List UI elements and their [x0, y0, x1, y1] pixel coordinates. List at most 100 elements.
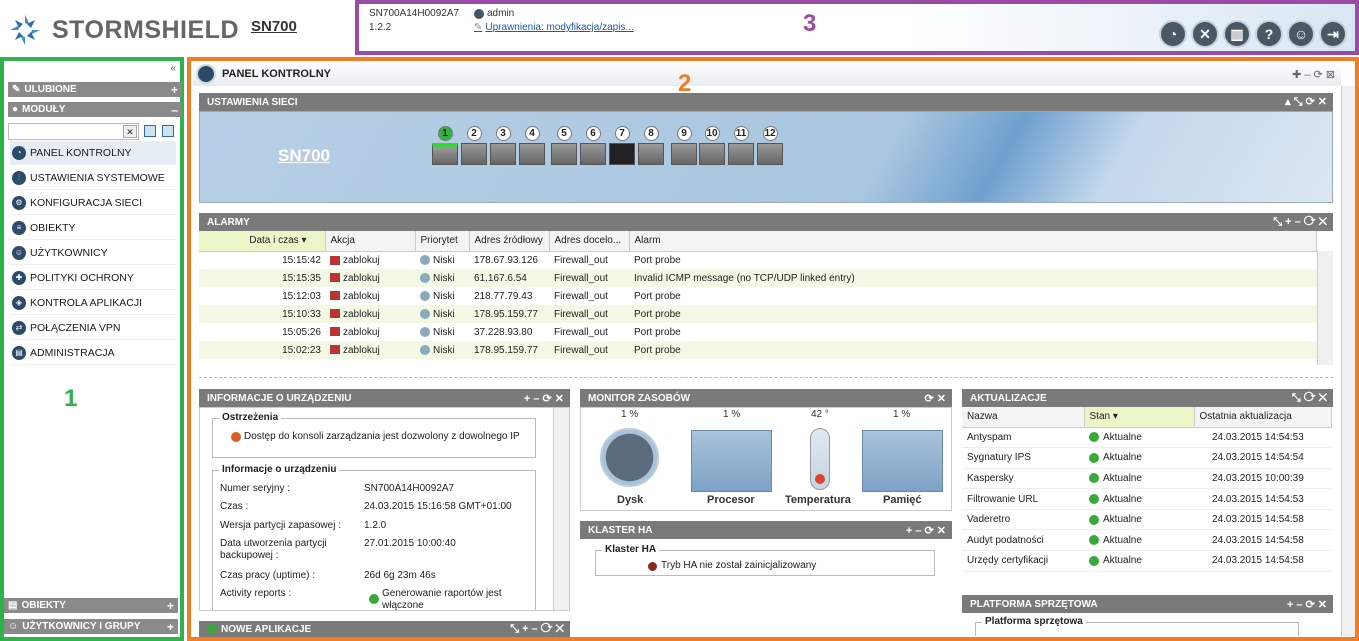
table-row[interactable]: 15:15:35 zablokuj Niski 61.167.6.54 Firewall…: [199, 269, 1317, 287]
port-5[interactable]: 5: [551, 126, 577, 165]
collapse-icon[interactable]: –: [171, 103, 178, 117]
window-controls[interactable]: ▴ ⤡ ⟳ ✕: [1285, 95, 1327, 109]
expand-icon[interactable]: +: [167, 599, 174, 613]
list-view-icon[interactable]: [144, 125, 156, 137]
permissions-link[interactable]: ✎ Uprawnienia: modyfikacja/zapis...: [474, 22, 634, 33]
port-4[interactable]: 4: [519, 126, 545, 165]
column-header-last-update[interactable]: Ostatnia aktualizacja: [1194, 407, 1332, 428]
table-row[interactable]: Filtrowanie URL Aktualne 24.03.2015 14:54:…: [962, 488, 1332, 510]
sidebar-item-users[interactable]: ☺ UŻYTKOWNICY: [10, 241, 176, 265]
column-header-alarm[interactable]: Alarm: [629, 231, 1317, 252]
main-scrollbar[interactable]: [1341, 86, 1355, 636]
sidebar-item-administration[interactable]: ▤ ADMINISTRACJA: [10, 341, 176, 365]
sidebar-item-label: PANEL KONTROLNY: [30, 146, 132, 159]
favorites-header[interactable]: ✎ ULUBIONE +: [8, 82, 182, 97]
sidebar-item-security-policy[interactable]: ✚ POLITYKI OCHRONY: [10, 266, 176, 290]
window-controls[interactable]: ⤡ ⟳ ✕: [1292, 392, 1327, 405]
tools-icon[interactable]: ✕: [1191, 20, 1219, 48]
sidebar-item-objects[interactable]: ≡ OBIEKTY: [10, 216, 176, 240]
stats-icon[interactable]: ▥: [1223, 20, 1251, 48]
device-info-scrollbar[interactable]: [553, 408, 569, 610]
help-icon[interactable]: ?: [1255, 20, 1283, 48]
model-link[interactable]: SN700: [251, 18, 297, 35]
network-settings-header: USTAWIENIA SIECI ▴ ⤡ ⟳ ✕: [199, 93, 1333, 111]
column-header-status[interactable]: Stan ▾: [1084, 407, 1195, 428]
port-number: 4: [524, 126, 540, 141]
port-11[interactable]: 11: [728, 126, 754, 165]
collapse-sidebar-icon[interactable]: «: [170, 63, 176, 74]
port-6[interactable]: 6: [580, 126, 606, 165]
clear-search-icon[interactable]: ✕: [123, 125, 137, 138]
table-row[interactable]: Antyspam Aktualne 24.03.2015 14:54:53: [962, 427, 1332, 449]
sidebar-item-dashboard[interactable]: ◔ PANEL KONTROLNY: [10, 141, 176, 165]
port-10[interactable]: 10: [699, 126, 725, 165]
modules-header[interactable]: ● MODUŁY –: [8, 102, 182, 117]
port-8[interactable]: 8: [638, 126, 664, 165]
column-header-date[interactable]: Data i czas ▾: [199, 231, 326, 252]
column-header-priority[interactable]: Priorytet: [415, 231, 470, 252]
table-row[interactable]: 15:05:26 zablokuj Niski 37.228.93.80 Firewal…: [199, 323, 1317, 341]
device-name[interactable]: SN700: [278, 146, 330, 166]
sidebar-item-network-config[interactable]: ⚙ KONFIGURACJA SIECI: [10, 191, 176, 215]
table-row[interactable]: Vaderetro Aktualne 24.03.2015 14:54:58: [962, 509, 1332, 531]
window-controls[interactable]: + – ⟳ ✕: [524, 392, 564, 405]
annotation-label-3: 3: [803, 10, 817, 37]
table-row[interactable]: 15:12:03 zablokuj Niski 218.77.79.43 Firewal…: [199, 287, 1317, 305]
device-info-title: INFORMACJE O URZĄDZENIU: [207, 392, 352, 404]
port-number: 2: [466, 126, 482, 141]
block-icon: [330, 255, 340, 265]
status-error-icon: [648, 562, 657, 571]
table-row[interactable]: Urzędy certyfikacji Aktualne 24.03.2015 14…: [962, 550, 1332, 572]
module-search-input[interactable]: [8, 123, 139, 140]
table-row[interactable]: 15:10:33 zablokuj Niski 178.95.159.77 Firewa…: [199, 305, 1317, 323]
alarms-header: ALARMY ⤡ + – ⟳ ✕: [199, 213, 1333, 231]
table-row[interactable]: Sygnatury IPS Aktualne 24.03.2015 14:54:54: [962, 447, 1332, 469]
updates-table: Nazwa Stan ▾ Ostatnia aktualizacja Antys…: [962, 407, 1332, 572]
objects-footer-header[interactable]: ▤ OBIEKTY +: [4, 598, 178, 613]
window-controls[interactable]: + – ⟳ ✕: [906, 524, 946, 537]
window-controls[interactable]: + – ⟳ ✕: [1287, 598, 1327, 611]
ha-cluster-title: KLASTER HA: [588, 524, 653, 536]
expand-icon[interactable]: +: [171, 83, 178, 97]
port-number: 6: [585, 126, 601, 141]
sidebar-item-app-control[interactable]: ◈ KONTROLA APLIKACJI: [10, 291, 176, 315]
alarms-scrollbar[interactable]: [1317, 251, 1333, 365]
window-controls[interactable]: ⤡ + – ⟳ ✕: [1273, 216, 1327, 229]
permissions-text[interactable]: Uprawnienia: modyfikacja/zapis...: [485, 22, 633, 33]
objects-footer-label: OBIEKTY: [21, 600, 66, 611]
info-label: Data utworzenia partycji backupowej :: [220, 538, 327, 561]
column-header-action[interactable]: Akcja: [325, 231, 416, 252]
block-icon: [330, 345, 340, 355]
column-header-name[interactable]: Nazwa: [962, 407, 1085, 428]
logout-icon[interactable]: ⇥: [1319, 20, 1347, 48]
column-header-destination[interactable]: Adres docelo...: [549, 231, 630, 252]
table-row[interactable]: 15:02:23 zablokuj Niski 178.95.159.77 Firewa…: [199, 341, 1317, 359]
window-controls[interactable]: ⤡ + – ⟳ ✕: [510, 623, 564, 636]
user-settings-icon[interactable]: ☺: [1287, 20, 1315, 48]
tree-view-icon[interactable]: [162, 125, 174, 137]
database-icon: ≡: [12, 220, 26, 235]
gauge-icon[interactable]: ◔: [1159, 20, 1187, 48]
column-header-source[interactable]: Adres źródłowy: [469, 231, 550, 252]
port-1[interactable]: 1: [432, 126, 458, 165]
port-9[interactable]: 9: [671, 126, 697, 165]
port-3[interactable]: 3: [490, 126, 516, 165]
table-row[interactable]: 15:15:42 zablokuj Niski 178.67.93.126 Firewa…: [199, 251, 1317, 269]
table-row[interactable]: Kaspersky Aktualne 24.03.2015 10:00:39: [962, 468, 1332, 490]
users-icon: ☺: [8, 621, 19, 632]
cpu-label: Procesor: [707, 494, 755, 506]
port-2[interactable]: 2: [461, 126, 487, 165]
window-controls[interactable]: ⟳ ✕: [925, 392, 947, 405]
port-12[interactable]: 12: [757, 126, 783, 165]
sidebar-item-system-settings[interactable]: ⫶ USTAWIENIA SYSTEMOWE: [10, 166, 176, 190]
port-7[interactable]: 7: [609, 126, 635, 165]
sliders-icon: ⫶: [12, 170, 26, 185]
users-groups-footer-header[interactable]: ☺ UŻYTKOWNICY I GRUPY +: [4, 619, 178, 634]
check-icon: [1089, 473, 1099, 484]
warnings-title: Ostrzeżenia: [219, 412, 282, 423]
port-number: 10: [704, 126, 720, 141]
network-icon: ⚙: [12, 195, 26, 210]
sidebar-item-vpn[interactable]: ⇄ POŁĄCZENIA VPN: [10, 316, 176, 340]
expand-icon[interactable]: +: [167, 620, 174, 634]
table-row[interactable]: Audyt podatności Aktualne 24.03.2015 14:54…: [962, 529, 1332, 552]
